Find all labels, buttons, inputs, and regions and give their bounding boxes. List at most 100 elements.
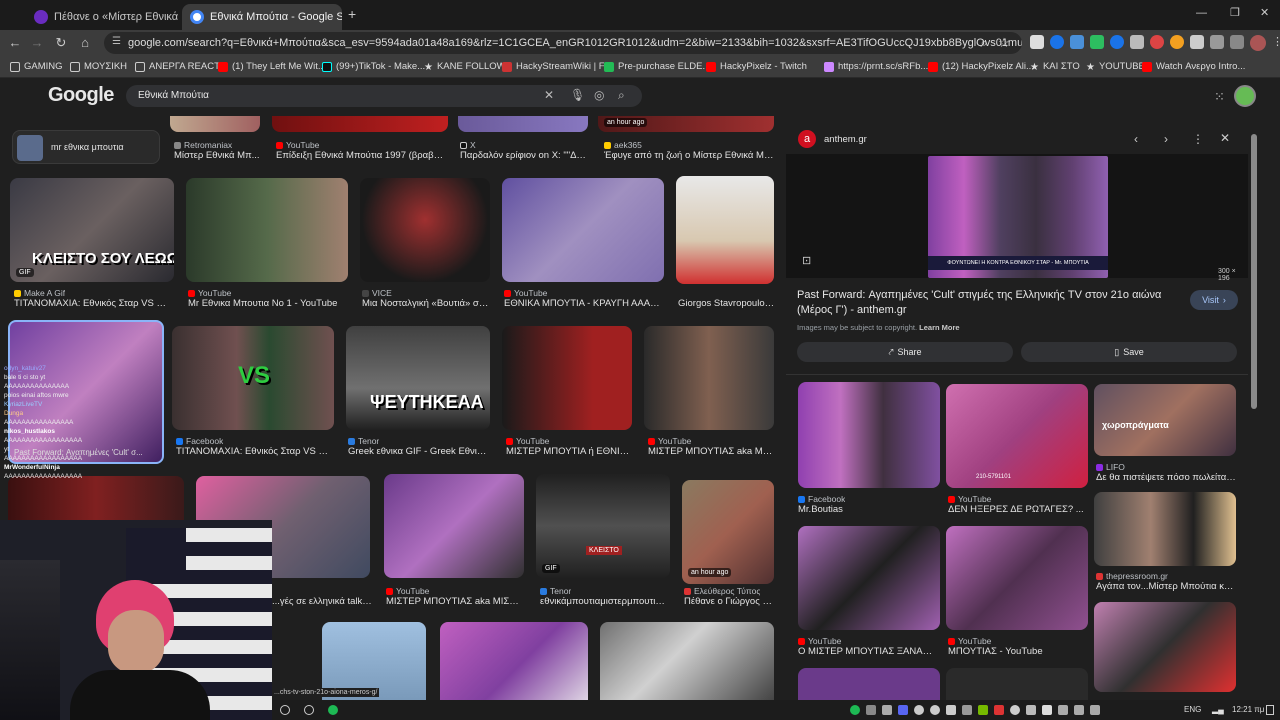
- forward-icon[interactable]: →: [28, 34, 46, 52]
- image-result[interactable]: VS: [172, 326, 334, 430]
- page-scrollbar[interactable]: [1250, 116, 1258, 676]
- result-title[interactable]: Mr.Boutias: [798, 504, 938, 515]
- close-window-icon[interactable]: ✕: [1260, 6, 1269, 19]
- prev-result-icon[interactable]: ‹: [1134, 132, 1138, 146]
- close-panel-icon[interactable]: ✕: [1220, 131, 1230, 145]
- image-result[interactable]: [676, 176, 774, 284]
- address-bar[interactable]: ☰ google.com/search?q=Εθνικά+Μπούτια&sca…: [104, 32, 1022, 54]
- image-result[interactable]: [644, 326, 774, 430]
- image-result[interactable]: ΚΛΕΙΣΤΟ ΣΟΥ ΛΕΩΩ GIF: [10, 178, 174, 282]
- image-result[interactable]: [170, 116, 260, 132]
- extension-icon[interactable]: [1110, 35, 1124, 49]
- extensions-puzzle-icon[interactable]: [1190, 35, 1204, 49]
- result-title[interactable]: ΜΙΣΤΕΡ ΜΠΟΥΤΙΑ ή ΕΘΝΙΚΟ...: [506, 446, 634, 457]
- result-title[interactable]: Mr Εθνικα Μπουτια No 1 - YouTube: [188, 298, 346, 309]
- reload-icon[interactable]: ↻: [52, 34, 70, 52]
- result-title[interactable]: Greek εθνικα GIF - Greek Εθνικα ...: [348, 446, 490, 457]
- learn-more-link[interactable]: Learn More: [919, 323, 959, 332]
- discord-icon[interactable]: [898, 705, 908, 715]
- share-button[interactable]: ⤤ Share: [797, 342, 1013, 362]
- tray-icon[interactable]: [866, 705, 876, 715]
- search-input[interactable]: Εθνικά Μπούτια: [126, 85, 642, 107]
- bookmark-item[interactable]: HackyPixelz - Twitch: [706, 61, 807, 72]
- extension-icon[interactable]: [1050, 35, 1064, 49]
- extension-icon[interactable]: [1070, 35, 1084, 49]
- nvidia-icon[interactable]: [978, 705, 988, 715]
- extension-icon[interactable]: [1030, 35, 1044, 49]
- lens-icon[interactable]: ◎: [594, 88, 604, 102]
- apps-grid-icon[interactable]: ⁙: [1214, 89, 1225, 105]
- result-title[interactable]: ΤΙΤΑΝΟΜΑΧΙΑ: Εθνικός Σταρ VS Εθνι...: [176, 446, 332, 457]
- google-logo[interactable]: Google: [48, 84, 114, 107]
- menu-dots-icon[interactable]: ⋮: [1272, 35, 1280, 49]
- related-search-chip[interactable]: mr εθνικα μπουτια: [12, 130, 160, 164]
- result-title[interactable]: Παρδαλόν ερίφιον on X: ""Δεῖτ...: [460, 150, 588, 161]
- preview-title[interactable]: Past Forward: Αγαπημένες 'Cult' στιγμές …: [797, 288, 1177, 318]
- extension-icon[interactable]: [1150, 35, 1164, 49]
- result-title[interactable]: Επίδειξη Εθνικά Μπούτια 1997 (βραβευμ...: [276, 150, 446, 161]
- result-title[interactable]: ΜΙΣΤΕΡ ΜΠΟΥΤΙΑΣ aka Μίστ...: [648, 446, 774, 457]
- related-image[interactable]: 210-5791101: [946, 384, 1088, 488]
- minimize-icon[interactable]: —: [1196, 7, 1207, 19]
- tray-icon[interactable]: [1058, 705, 1068, 715]
- result-title[interactable]: Ο ΜΙΣΤΕΡ ΜΠΟΥΤΙΑΣ ΞΑΝΑΧΤΥ...: [798, 646, 938, 657]
- result-title[interactable]: ΤΙΤΑΝΟΜΑΧΙΑ: Εθνικός Σταρ VS Εθνι...: [14, 298, 170, 309]
- media-icon[interactable]: [1210, 35, 1224, 49]
- result-title[interactable]: Αγάπα τον...Μίστερ Μπούτια και κ...: [1096, 581, 1236, 592]
- result-title[interactable]: Δε θα πιστέψετε πόσο πωλείται η ...: [1096, 472, 1236, 483]
- tray-icon[interactable]: [930, 705, 940, 715]
- result-title[interactable]: εθνικάμπουτιαμιστερμπουτια ...: [540, 596, 668, 607]
- scrollbar-thumb[interactable]: [1251, 134, 1257, 409]
- image-result[interactable]: an hour ago: [682, 480, 774, 584]
- tray-icon[interactable]: [1090, 705, 1100, 715]
- image-result[interactable]: [502, 326, 632, 430]
- tray-icon[interactable]: [994, 705, 1004, 715]
- image-result[interactable]: [272, 116, 448, 132]
- taskbar-app-icon[interactable]: [304, 705, 314, 715]
- image-result[interactable]: an hour ago: [598, 116, 774, 132]
- tray-icon[interactable]: [1074, 705, 1084, 715]
- bookmark-item[interactable]: Watch Ανεργο Intro...: [1142, 61, 1245, 72]
- microphone-icon[interactable]: 🎙: [570, 88, 585, 102]
- related-image[interactable]: [798, 526, 940, 630]
- related-image[interactable]: [1094, 492, 1236, 566]
- result-title[interactable]: ΜΙΣΤΕΡ ΜΠΟΥΤΙΑΣ aka ΜΙΣΤΕΡ...: [386, 596, 524, 607]
- taskbar-app-icon[interactable]: [280, 705, 290, 715]
- tray-icon[interactable]: [850, 705, 860, 715]
- bookmark-item[interactable]: Pre-purchase ELDE...: [604, 61, 710, 72]
- tray-icon[interactable]: [882, 705, 892, 715]
- bookmark-folder[interactable]: GAMING: [10, 61, 63, 72]
- notification-icon[interactable]: [1266, 705, 1274, 715]
- clear-search-icon[interactable]: ✕: [544, 88, 554, 102]
- zoom-icon[interactable]: ⌕: [975, 34, 993, 52]
- preview-image[interactable]: ΦΟΥΝΤΩΝΕΙ Η ΚΟΝΤΡΑ ΕΘΝΙΚΟΥ ΣΤΑΡ - Mr. ΜΠ…: [928, 156, 1108, 278]
- tray-icon[interactable]: [914, 705, 924, 715]
- image-result[interactable]: [384, 474, 524, 578]
- result-title[interactable]: ΕΘΝΙΚΑ ΜΠΟΥΤΙΑ - ΚΡΑΥΓΗ ΑΑΑΑΑ...: [504, 298, 664, 309]
- bookmark-item[interactable]: https://prnt.sc/sRFb...: [824, 61, 928, 72]
- more-options-icon[interactable]: ⋮: [1192, 132, 1204, 146]
- result-title[interactable]: ...γές σε ελληνικά talk s...: [272, 596, 372, 607]
- result-title[interactable]: Έφυγε από τη ζωή ο Μίστερ Εθνικά Μπ...: [604, 150, 774, 161]
- tab-1[interactable]: Πέθανε ο «Μίστερ Εθνικά Μπ ✕: [26, 4, 180, 30]
- tray-icon[interactable]: [1042, 705, 1052, 715]
- tray-icon[interactable]: [1010, 705, 1020, 715]
- bookmark-item[interactable]: HackyStreamWiki | F...: [502, 61, 611, 72]
- result-title[interactable]: Giorgos Stavropoulos ...: [678, 298, 776, 309]
- search-icon[interactable]: ⌕: [618, 88, 625, 103]
- image-result[interactable]: [186, 178, 348, 282]
- lens-search-icon[interactable]: ⊡: [802, 254, 811, 267]
- image-result[interactable]: [458, 116, 588, 132]
- tray-icon[interactable]: [1026, 705, 1036, 715]
- image-result[interactable]: ΚΛΕΙΣΤΟ GIF: [536, 474, 670, 578]
- bookmark-star-icon[interactable]: ☆: [995, 34, 1013, 52]
- visit-button[interactable]: Visit ›: [1190, 290, 1238, 310]
- bookmark-item[interactable]: (99+)TikTok - Make...: [322, 61, 425, 72]
- result-title[interactable]: Μίστερ Εθνικά Μπ...: [174, 150, 262, 161]
- next-result-icon[interactable]: ›: [1164, 132, 1168, 146]
- result-title[interactable]: Μια Νοσταλγική «Βουτιά» στο ...: [362, 298, 490, 309]
- network-icon[interactable]: ▂▄: [1212, 705, 1224, 714]
- bookmark-folder[interactable]: ΑΝΕΡΓΑ REACTS: [135, 61, 226, 72]
- back-icon[interactable]: ←: [6, 34, 24, 52]
- related-image[interactable]: [798, 382, 940, 488]
